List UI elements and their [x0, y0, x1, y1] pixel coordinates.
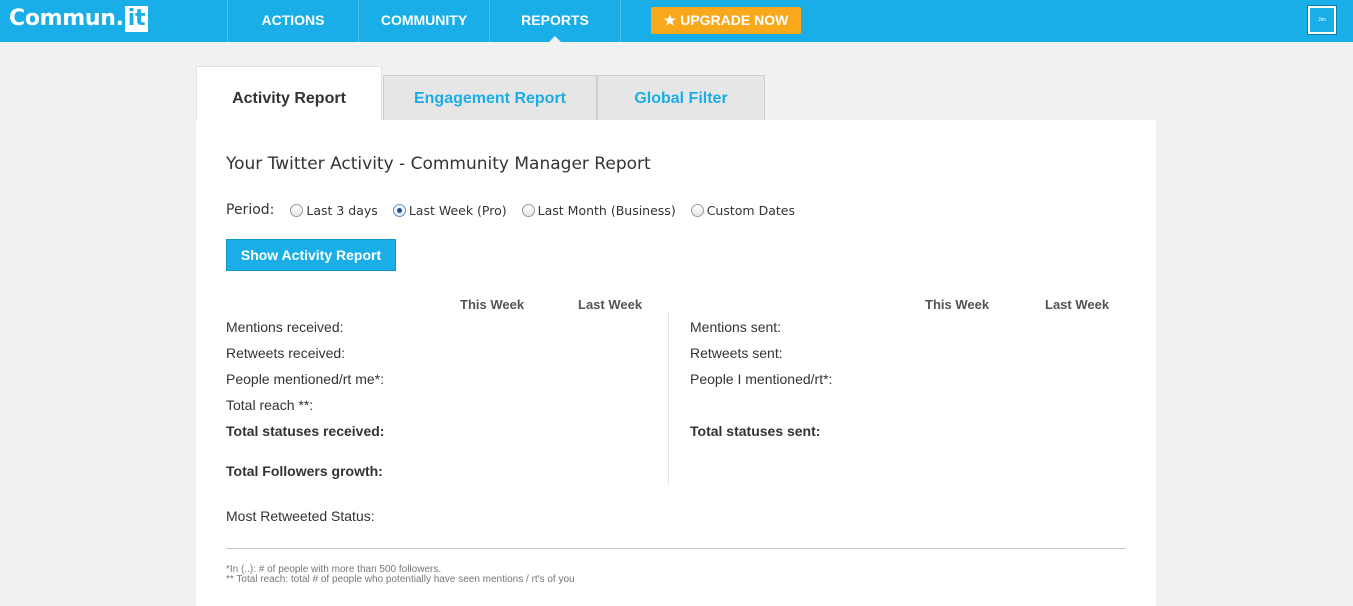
upgrade-label: UPGRADE NOW	[680, 12, 789, 28]
period-last-3-days[interactable]: Last 3 days	[290, 202, 378, 218]
period-selector: Period: Last 3 days Last Week (Pro) Last…	[226, 202, 810, 218]
nav-reports-label: REPORTS	[521, 12, 589, 28]
nav-divider	[620, 0, 621, 42]
radio-checked-icon[interactable]	[392, 203, 406, 217]
nav-community[interactable]: COMMUNITY	[359, 0, 489, 42]
star-icon: ★	[663, 12, 677, 28]
tab-activity-report[interactable]: Activity Report	[196, 66, 382, 121]
radio-label: Last Week (Pro)	[408, 202, 507, 218]
radio-icon[interactable]	[690, 203, 704, 217]
upgrade-now-button[interactable]: ★ UPGRADE NOW	[651, 7, 801, 34]
tab-engagement-report[interactable]: Engagement Report	[383, 75, 597, 121]
period-label: Period:	[226, 202, 275, 218]
period-custom-dates[interactable]: Custom Dates	[690, 202, 795, 218]
row-retweets-received: Retweets received:	[226, 345, 346, 361]
column-header-last-week: Last Week	[578, 297, 643, 312]
row-mentions-received: Mentions received:	[226, 319, 344, 335]
column-header-last-week: Last Week	[1045, 297, 1110, 312]
row-retweets-sent: Retweets sent:	[690, 345, 783, 361]
period-last-week[interactable]: Last Week (Pro)	[392, 202, 507, 218]
row-total-reach: Total reach **:	[226, 397, 314, 413]
radio-label: Last Month (Business)	[537, 202, 676, 218]
footnote-divider	[226, 548, 1126, 549]
page-title: Your Twitter Activity - Community Manage…	[226, 154, 651, 174]
radio-label: Last 3 days	[306, 202, 378, 218]
period-last-month[interactable]: Last Month (Business)	[521, 202, 676, 218]
show-activity-report-button[interactable]: Show Activity Report	[226, 239, 396, 271]
tab-global-filter[interactable]: Global Filter	[597, 75, 765, 121]
nav-actions[interactable]: ACTIONS	[228, 0, 358, 42]
radio-icon[interactable]	[521, 203, 535, 217]
row-mentions-sent: Mentions sent:	[690, 319, 782, 335]
row-total-followers-growth: Total Followers growth:	[226, 463, 383, 479]
radio-label: Custom Dates	[706, 202, 795, 218]
row-total-statuses-received: Total statuses received:	[226, 423, 385, 439]
radio-icon[interactable]	[290, 203, 304, 217]
commun-it-logo[interactable]: Commun. it	[9, 6, 149, 32]
nav-reports[interactable]: REPORTS	[490, 0, 620, 42]
user-avatar[interactable]: Jim	[1307, 5, 1337, 35]
row-most-retweeted-status: Most Retweeted Status:	[226, 508, 375, 524]
row-total-statuses-sent: Total statuses sent:	[690, 423, 821, 439]
report-panel: Your Twitter Activity - Community Manage…	[196, 120, 1156, 606]
column-header-this-week: This Week	[925, 297, 990, 312]
column-divider	[668, 313, 669, 485]
active-caret-icon	[549, 36, 561, 42]
logo-box: it	[124, 6, 149, 32]
footnote-total-reach: ** Total reach: total # of people who po…	[226, 574, 575, 585]
row-people-mentioned-me: People mentioned/rt me*:	[226, 371, 384, 387]
top-nav-bar: Commun. it ACTIONS COMMUNITY REPORTS ★ UPG…	[0, 0, 1353, 42]
column-header-this-week: This Week	[460, 297, 525, 312]
logo-text: Commun.	[9, 6, 124, 31]
row-people-i-mentioned: People I mentioned/rt*:	[690, 371, 833, 387]
